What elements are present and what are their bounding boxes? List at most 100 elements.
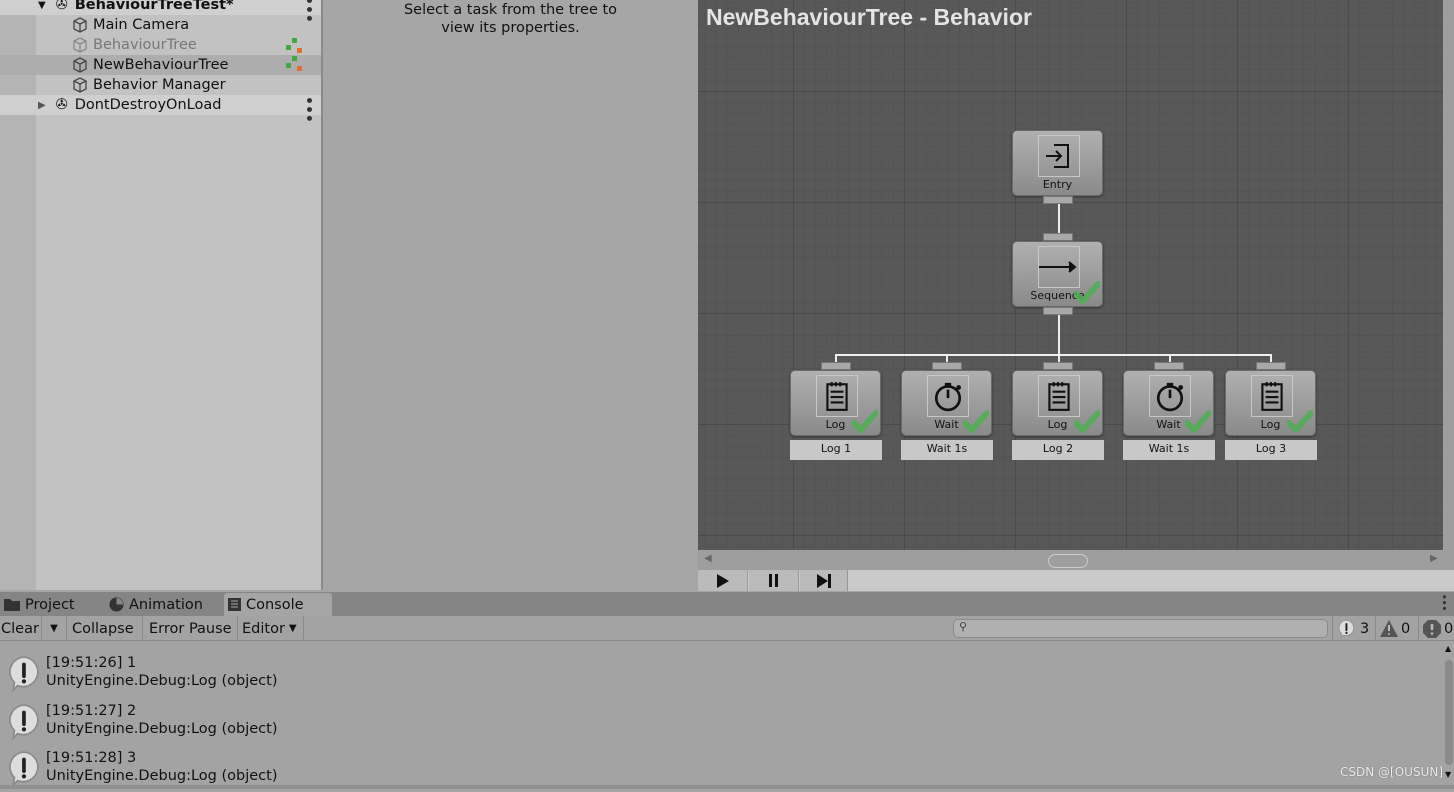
success-check-icon bbox=[963, 409, 989, 433]
scrollbar-thumb[interactable] bbox=[1048, 554, 1088, 568]
chevron-down-icon: ▼ bbox=[288, 623, 297, 634]
behavior-tree-component-icon bbox=[286, 38, 302, 53]
tab-label: Animation bbox=[129, 596, 203, 613]
status-bar bbox=[0, 785, 1454, 789]
inspector-message: Select a task from the tree to bbox=[403, 2, 618, 18]
task-node[interactable]: Log bbox=[1225, 370, 1316, 436]
task-node[interactable]: Log bbox=[790, 370, 881, 436]
log-message: [19:51:26] 1 bbox=[46, 655, 137, 671]
clear-options-dropdown[interactable]: ▼ bbox=[42, 616, 67, 641]
error-icon bbox=[1423, 619, 1441, 638]
warning-filter-toggle[interactable]: 0 bbox=[1375, 616, 1417, 641]
output-port[interactable] bbox=[1043, 196, 1073, 204]
clear-button[interactable]: Clear bbox=[0, 616, 42, 641]
error-filter-toggle[interactable]: 0 bbox=[1418, 616, 1454, 641]
console-icon bbox=[228, 598, 241, 611]
collapse-arrow-icon[interactable]: ▶ bbox=[38, 100, 46, 111]
dontdestroy-row[interactable]: ▶ ✇ DontDestroyOnLoad ••• bbox=[0, 95, 321, 123]
tab-console[interactable]: Console bbox=[224, 593, 332, 616]
behavior-tree-component-icon bbox=[286, 56, 302, 71]
tab-project[interactable]: Project bbox=[0, 593, 105, 616]
inspector-panel: Select a task from the tree to view its … bbox=[323, 0, 698, 590]
node-caption: Log 2 bbox=[1012, 440, 1104, 460]
scroll-left-icon[interactable]: ◀ bbox=[704, 553, 712, 564]
entry-icon bbox=[1038, 135, 1080, 177]
sequence-node[interactable]: Sequence bbox=[1012, 241, 1103, 307]
gameobject-icon bbox=[73, 57, 87, 73]
gameobject-icon bbox=[73, 37, 87, 53]
scene-row[interactable]: ▼ ✇ BehaviourTreeTest* ••• bbox=[0, 0, 321, 23]
watermark: CSDN @[OUSUN] bbox=[1340, 765, 1443, 779]
vertical-scrollbar[interactable] bbox=[1443, 0, 1454, 570]
log-entry[interactable]: [19:51:26] 1 UnityEngine.Debug:Log (obje… bbox=[0, 650, 1443, 697]
step-button[interactable] bbox=[800, 570, 848, 591]
tab-animation[interactable]: Animation bbox=[105, 593, 223, 616]
gameobject-icon bbox=[73, 77, 87, 93]
editor-dropdown[interactable]: Editor ▼ bbox=[238, 616, 304, 641]
item-label: NewBehaviourTree bbox=[93, 57, 229, 73]
collapse-button[interactable]: Collapse bbox=[67, 616, 143, 641]
input-port[interactable] bbox=[932, 362, 962, 370]
pause-icon bbox=[768, 574, 778, 587]
hierarchy-item-behavior-manager[interactable]: Behavior Manager bbox=[0, 75, 321, 95]
error-count: 0 bbox=[1444, 620, 1454, 637]
item-label: Main Camera bbox=[93, 17, 190, 33]
task-node[interactable]: Wait bbox=[1123, 370, 1214, 436]
pause-button[interactable] bbox=[749, 570, 799, 591]
log-stacktrace: UnityEngine.Debug:Log (object) bbox=[46, 720, 278, 737]
entry-node[interactable]: Entry bbox=[1012, 130, 1103, 196]
animation-icon bbox=[109, 597, 124, 612]
tab-label: Project bbox=[25, 596, 75, 613]
log-entry[interactable]: [19:51:27] 2 UnityEngine.Debug:Log (obje… bbox=[0, 698, 1443, 745]
success-check-icon bbox=[1074, 409, 1100, 433]
info-bubble-icon bbox=[8, 655, 40, 692]
chevron-down-icon: ▼ bbox=[50, 623, 58, 634]
more-options-icon[interactable]: ••• bbox=[1438, 594, 1448, 611]
tab-label: Console bbox=[246, 596, 304, 613]
hierarchy-item-behaviourtree[interactable]: BehaviourTree bbox=[0, 35, 321, 55]
connection-line bbox=[1058, 204, 1060, 234]
hierarchy-panel: ▼ ✇ BehaviourTreeTest* ••• Main Camera B… bbox=[0, 0, 321, 590]
console-toolbar: Clear ▼ Collapse Error Pause Editor ▼ ⚲ 3… bbox=[0, 616, 1454, 641]
bottom-tab-bar: Project Animation Console ••• bbox=[0, 592, 1454, 616]
more-options-icon[interactable]: ••• bbox=[300, 96, 316, 123]
horizontal-scrollbar[interactable]: ◀ ▶ bbox=[698, 550, 1443, 570]
expand-arrow-icon[interactable]: ▼ bbox=[38, 0, 46, 11]
search-icon: ⚲ bbox=[959, 620, 968, 633]
input-port[interactable] bbox=[1256, 362, 1286, 370]
scrollbar-thumb[interactable] bbox=[1445, 660, 1453, 765]
input-port[interactable] bbox=[821, 362, 851, 370]
gameobject-icon bbox=[73, 17, 87, 33]
input-port[interactable] bbox=[1154, 362, 1184, 370]
log-stacktrace: UnityEngine.Debug:Log (object) bbox=[46, 768, 278, 784]
editor-label: Editor bbox=[242, 620, 285, 637]
folder-icon bbox=[4, 598, 20, 611]
scroll-right-icon[interactable]: ▶ bbox=[1430, 553, 1438, 564]
success-check-icon bbox=[1287, 409, 1313, 433]
input-port[interactable] bbox=[1043, 362, 1073, 370]
console-scrollbar[interactable]: ▲ ▼ bbox=[1443, 642, 1454, 785]
input-port[interactable] bbox=[1043, 233, 1073, 241]
hierarchy-item-main-camera[interactable]: Main Camera bbox=[0, 15, 321, 35]
item-label: Behavior Manager bbox=[93, 77, 226, 93]
play-button[interactable] bbox=[698, 570, 748, 591]
success-check-icon bbox=[1074, 280, 1100, 304]
node-caption: Log 3 bbox=[1225, 440, 1317, 460]
warning-count: 0 bbox=[1401, 620, 1411, 637]
behavior-graph-canvas[interactable]: NewBehaviourTree - Behavior Entry Sequen… bbox=[698, 0, 1443, 550]
scroll-up-icon[interactable]: ▲ bbox=[1445, 644, 1451, 653]
task-node[interactable]: Log bbox=[1012, 370, 1103, 436]
scene-name: BehaviourTreeTest* bbox=[74, 0, 234, 13]
play-icon bbox=[716, 573, 729, 588]
error-pause-button[interactable]: Error Pause bbox=[143, 616, 238, 641]
log-stacktrace: UnityEngine.Debug:Log (object) bbox=[46, 673, 278, 689]
connection-line bbox=[1058, 315, 1060, 355]
console-search-input[interactable]: ⚲ bbox=[953, 619, 1328, 638]
scroll-down-icon[interactable]: ▼ bbox=[1445, 770, 1451, 779]
task-node[interactable]: Wait bbox=[901, 370, 992, 436]
hierarchy-item-newbehaviourtree[interactable]: NewBehaviourTree bbox=[0, 55, 321, 75]
output-port[interactable] bbox=[1043, 307, 1073, 315]
info-filter-toggle[interactable]: 3 bbox=[1332, 616, 1374, 641]
log-message: [19:51:28] 3 bbox=[46, 750, 137, 766]
graph-title: NewBehaviourTree - Behavior bbox=[706, 4, 1032, 30]
